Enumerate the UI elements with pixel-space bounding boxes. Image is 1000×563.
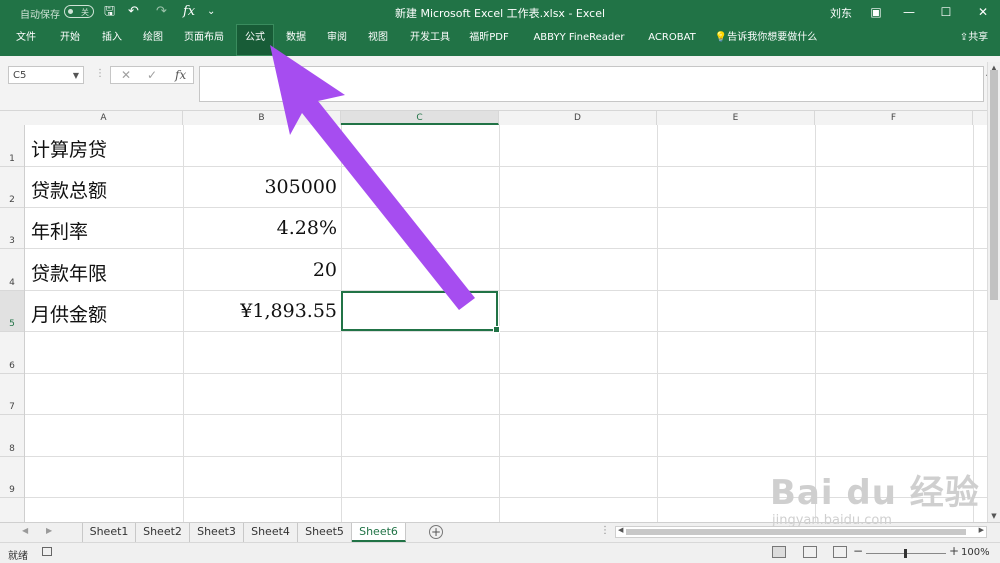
name-box-value: C5 [13,70,27,81]
tab-view[interactable]: 视图 [361,24,395,56]
row-header-6[interactable]: 6 [0,332,24,374]
zoom-out-button[interactable]: − [853,544,863,558]
tab-insert[interactable]: 插入 [94,24,130,56]
status-ready: 就绪 [8,551,28,562]
sheet-tab-4[interactable]: Sheet4 [244,523,298,542]
row-header-9[interactable]: 9 [0,457,24,498]
macro-record-icon[interactable] [42,547,52,556]
cell-a5[interactable]: 月供金额 [31,300,107,327]
formula-buttons: ✕ ✓ fx [110,66,194,84]
vertical-scroll-thumb[interactable] [990,70,998,300]
scroll-down-icon[interactable]: ▼ [988,512,1000,520]
watermark-site: jingyan.baidu.com [772,513,892,528]
sheet-tab-5[interactable]: Sheet5 [298,523,352,542]
tab-draw[interactable]: 绘图 [135,24,171,56]
zoom-slider-knob[interactable] [904,549,907,558]
formula-bar-area: C5 ▼ ⋮ ✕ ✓ fx ▲ [0,56,1000,111]
zoom-slider[interactable] [866,549,946,558]
lightbulb-icon: 💡 [714,32,728,43]
scroll-left-icon[interactable]: ◀ [618,526,623,534]
tell-me-box[interactable]: 💡告诉我你想要做什么 [714,24,818,56]
formula-input[interactable] [199,66,984,102]
sheet-tab-1[interactable]: Sheet1 [82,523,136,542]
column-header-c[interactable]: C [341,111,499,125]
zoom-level[interactable]: 100% [961,547,990,558]
watermark-logo: Bai du 经验 [770,473,980,513]
minimize-button[interactable]: — [893,0,925,24]
tab-acrobat[interactable]: ACROBAT [645,24,699,56]
selected-cell-c5[interactable] [341,291,500,333]
column-header-b[interactable]: B [183,111,341,125]
row-header-7[interactable]: 7 [0,374,24,415]
tab-file[interactable]: 文件 [8,24,44,56]
maximize-button[interactable]: ☐ [930,0,962,24]
tab-review[interactable]: 审阅 [320,24,354,56]
ribbon-display-icon[interactable]: ▣ [860,0,892,24]
cell-b3[interactable]: 4.28% [185,217,337,239]
title-bar: 自动保存 关 🖫 ↶ ↷ fx ⌄ 新建 Microsoft Excel 工作表… [0,0,1000,24]
share-label: 共享 [968,32,989,43]
baidu-watermark: Bai du 经验 jingyan.baidu.com [760,455,980,540]
vertical-scrollbar[interactable]: ▲ ▼ [987,62,1000,522]
next-sheet-icon[interactable]: ▶ [46,526,52,535]
row-header-4[interactable]: 4 [0,249,24,291]
status-bar: 就绪 − + 100% [0,542,1000,563]
zoom-in-button[interactable]: + [949,544,959,558]
row-header-8[interactable]: 8 [0,415,24,457]
tab-abbyy[interactable]: ABBYY FineReader 12 [526,24,632,71]
normal-view-icon[interactable] [772,546,786,558]
tab-data[interactable]: 数据 [279,24,313,56]
sheet-tab-6[interactable]: Sheet6 [352,523,406,542]
column-header-e[interactable]: E [657,111,815,125]
page-layout-view-icon[interactable] [803,546,817,558]
cell-b5[interactable]: ¥1,893.55 [185,300,337,322]
cell-b2[interactable]: 305000 [185,176,337,198]
name-box[interactable]: C5 ▼ [8,66,84,84]
tell-me-text: 告诉我你想要做什么 [727,32,818,43]
cell-a1[interactable]: 计算房贷 [31,135,107,162]
drag-handle[interactable]: ⋮ [95,68,105,79]
share-icon: ⇪ [959,32,969,43]
splitter-handle[interactable]: ⋮ [600,525,610,536]
prev-sheet-icon[interactable]: ◀ [22,526,28,535]
sheet-tab-2[interactable]: Sheet2 [136,523,190,542]
sheet-tab-3[interactable]: Sheet3 [190,523,244,542]
add-sheet-button[interactable]: + [429,525,443,539]
chevron-down-icon[interactable]: ▼ [73,67,79,85]
row-header-2[interactable]: 2 [0,167,24,208]
user-name[interactable]: 刘东 [830,5,852,21]
insert-function-button[interactable]: fx [175,67,186,83]
tab-foxit-pdf[interactable]: 福昕PDF [466,24,512,56]
tab-home[interactable]: 开始 [52,24,88,56]
page-break-view-icon[interactable] [833,546,847,558]
cell-b4[interactable]: 20 [185,259,337,281]
close-button[interactable]: ✕ [967,0,999,24]
cell-a2[interactable]: 贷款总额 [31,176,107,203]
row-header-3[interactable]: 3 [0,208,24,249]
tab-formulas[interactable]: 公式 [236,24,274,56]
enter-icon[interactable]: ✓ [147,67,157,83]
cancel-icon[interactable]: ✕ [121,67,131,83]
column-header-f[interactable]: F [815,111,973,125]
column-headers: A B C D E F [0,111,987,126]
tab-developer[interactable]: 开发工具 [404,24,456,56]
cell-a4[interactable]: 贷款年限 [31,259,107,286]
ribbon-tabs: 文件 开始 插入 绘图 页面布局 公式 数据 审阅 视图 开发工具 福昕PDF … [0,24,1000,71]
row-header-1[interactable]: 1 [0,125,24,167]
column-header-a[interactable]: A [25,111,183,125]
row-headers: 1 2 3 4 5 6 7 8 9 [0,125,25,522]
cell-a3[interactable]: 年利率 [31,217,88,244]
row-header-10[interactable] [0,498,24,522]
share-button[interactable]: ⇪共享 [952,24,996,56]
row-header-5[interactable]: 5 [0,291,24,332]
tab-page-layout[interactable]: 页面布局 [180,24,228,56]
column-header-d[interactable]: D [499,111,657,125]
